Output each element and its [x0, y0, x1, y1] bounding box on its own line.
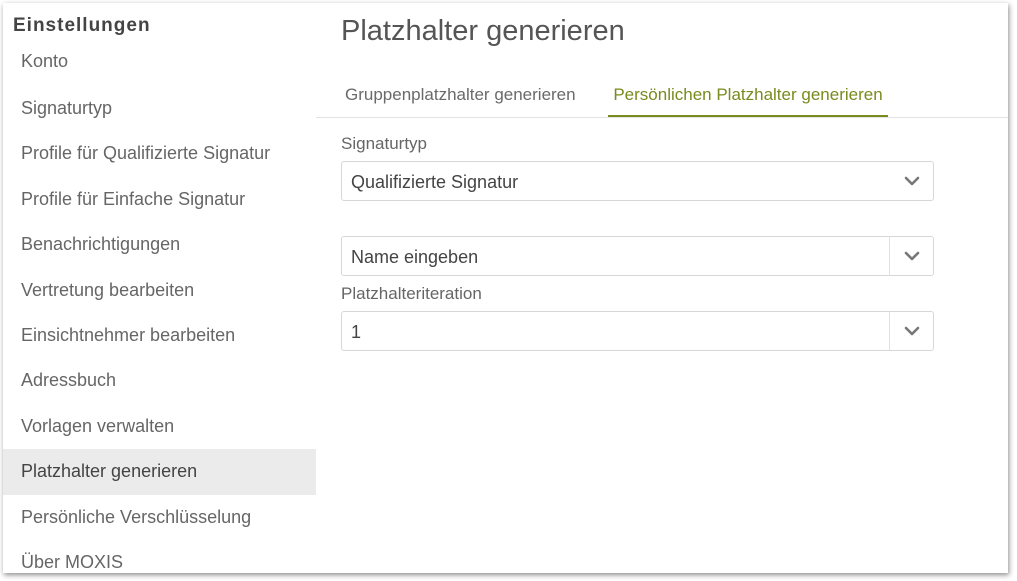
tab-personal-placeholder[interactable]: Persönlichen Platzhalter generieren: [608, 77, 888, 117]
placeholder-iteration-value: 1: [351, 322, 362, 342]
signature-type-value: Qualifizierte Signatur: [351, 172, 519, 192]
name-select-value: Name eingeben: [351, 247, 479, 267]
sidebar-item-qualified-signature-profiles[interactable]: Profile für Qualifizierte Signatur: [3, 131, 316, 176]
chevron-down-icon[interactable]: [889, 312, 933, 350]
sidebar-item-generate-placeholders[interactable]: Platzhalter generieren: [3, 449, 316, 495]
signature-type-label: Signaturtyp: [341, 134, 427, 153]
sidebar-item-notifications[interactable]: Benachrichtigungen: [3, 222, 316, 267]
sidebar-menu: Konto Signaturtyp Profile für Qualifizie…: [3, 40, 316, 573]
sidebar-item-personal-encryption[interactable]: Persönliche Verschlüsselung: [3, 495, 316, 540]
sidebar-item-signaturtyp[interactable]: Signaturtyp: [3, 86, 316, 131]
page-title: Platzhalter generieren: [341, 15, 625, 47]
sidebar-item-simple-signature-profiles[interactable]: Profile für Einfache Signatur: [3, 177, 316, 222]
main-content: Platzhalter generieren Gruppenplatzhalte…: [316, 3, 1008, 573]
placeholder-iteration-select[interactable]: 1: [341, 311, 934, 351]
placeholder-iteration-label: Platzhalteriteration: [341, 284, 482, 303]
settings-sidebar: Einstellungen Konto Signaturtyp Profile …: [3, 3, 316, 573]
sidebar-item-address-book[interactable]: Adressbuch: [3, 358, 316, 403]
sidebar-item-about-moxis[interactable]: Über MOXIS: [3, 540, 316, 573]
sidebar-item-konto[interactable]: Konto: [3, 40, 316, 86]
signature-type-select[interactable]: Qualifizierte Signatur: [341, 161, 934, 201]
chevron-down-icon[interactable]: [889, 237, 933, 275]
tab-bar: Gruppenplatzhalter generieren Persönlich…: [316, 77, 1008, 118]
name-select[interactable]: Name eingeben: [341, 236, 934, 276]
tab-group-placeholders[interactable]: Gruppenplatzhalter generieren: [345, 77, 576, 115]
sidebar-item-manage-templates[interactable]: Vorlagen verwalten: [3, 404, 316, 449]
sidebar-title: Einstellungen: [13, 15, 151, 36]
sidebar-item-edit-viewers[interactable]: Einsichtnehmer bearbeiten: [3, 313, 316, 358]
settings-window: Einstellungen Konto Signaturtyp Profile …: [3, 3, 1008, 573]
chevron-down-icon[interactable]: [890, 162, 933, 200]
sidebar-item-edit-substitution[interactable]: Vertretung bearbeiten: [3, 268, 316, 313]
